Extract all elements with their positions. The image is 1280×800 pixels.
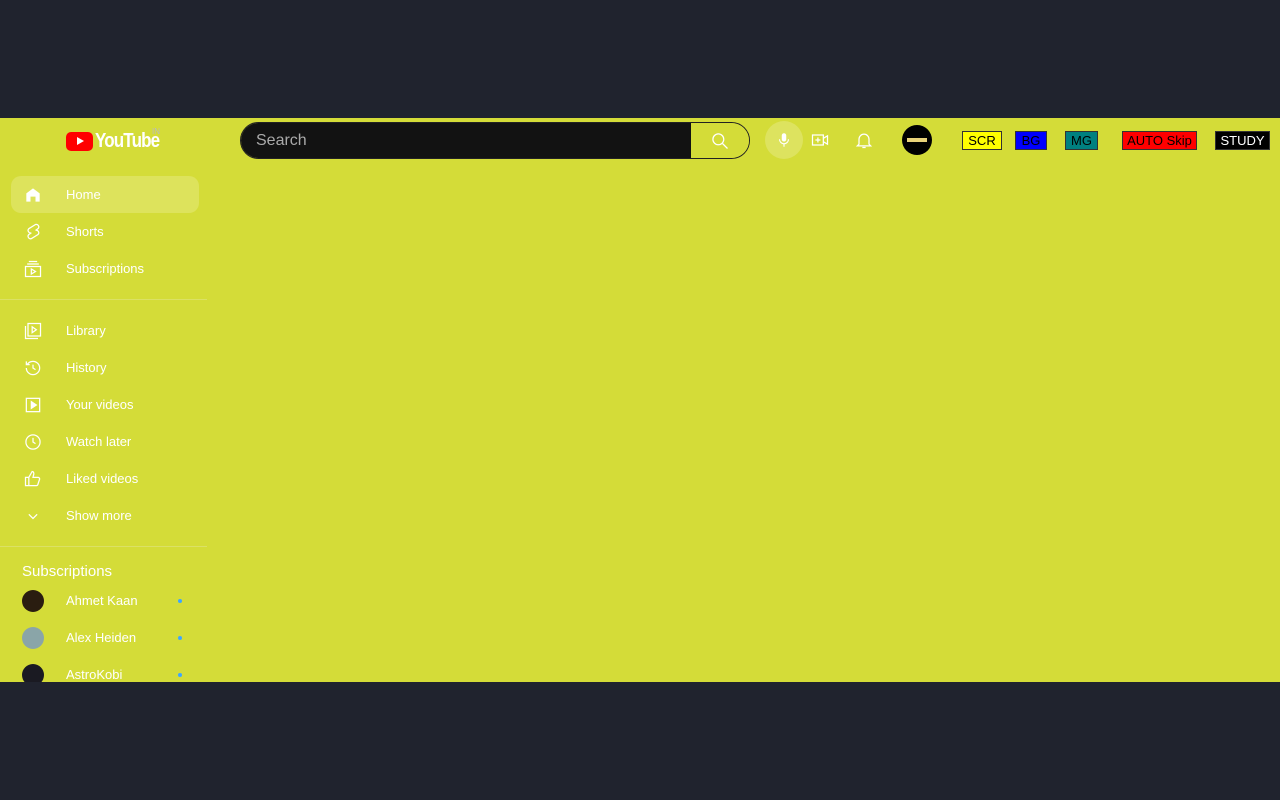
sidebar-item-subscriptions[interactable]: Subscriptions [11,250,199,287]
sidebar-item-history[interactable]: History [11,349,199,386]
divider [0,546,207,547]
sidebar-item-label: History [66,360,107,375]
sidebar-item-your-videos[interactable]: Your videos [11,386,199,423]
sidebar-item-label: Show more [66,508,132,523]
country-code: IN [152,127,160,136]
sidebar-item-label: Home [66,187,101,202]
new-content-dot-icon [178,636,182,640]
sidebar-item-label: Subscriptions [66,261,145,276]
sidebar-item-label: Watch later [66,434,132,449]
shorts-icon [27,223,40,239]
search-input[interactable] [241,123,691,158]
clock-icon [25,433,41,450]
sidebar: Home Shorts Subscriptions Library Histor… [0,176,210,682]
subscription-item[interactable]: AstroKobi [11,656,199,682]
home-icon [26,187,40,202]
extension-bg-button[interactable]: BG [1015,131,1047,150]
account-avatar[interactable] [902,125,932,155]
extension-auto-skip-button[interactable]: AUTO Skip [1122,131,1197,150]
channel-name: Ahmet Kaan [66,593,138,608]
history-icon [25,360,41,375]
youtube-app: YouTube IN SCR BG MG AUTO Skip STUDY Hom… [0,118,1280,682]
channel-avatar [22,589,44,612]
play-square-icon [25,397,41,412]
sidebar-item-label: Liked videos [66,471,139,486]
search-bar [240,122,750,159]
new-content-dot-icon [178,673,182,677]
channel-name: Alex Heiden [66,630,137,645]
extension-scr-button[interactable]: SCR [962,131,1002,150]
channel-avatar [22,663,44,682]
subscription-item[interactable]: Ahmet Kaan [11,582,199,619]
sidebar-item-home[interactable]: Home [11,176,199,213]
bell-icon [855,133,873,149]
chevron-down-icon [28,513,38,519]
sidebar-item-label: Library [66,323,106,338]
logo-text: YouTube [95,130,160,152]
voice-search-button[interactable] [765,121,803,159]
divider [0,299,207,300]
avatar-image [907,138,927,142]
sidebar-item-show-more[interactable]: Show more [11,497,199,534]
video-add-icon [811,134,829,146]
microphone-icon [778,133,790,147]
search-icon [712,132,728,149]
subscription-item[interactable]: Alex Heiden [11,619,199,656]
sidebar-item-label: Shorts [66,224,104,239]
sidebar-item-watch-later[interactable]: Watch later [11,423,199,460]
create-button[interactable] [808,128,832,152]
extension-mg-button[interactable]: MG [1065,131,1098,150]
extension-study-button[interactable]: STUDY [1215,131,1270,150]
channel-avatar [22,626,44,649]
sidebar-item-liked-videos[interactable]: Liked videos [11,460,199,497]
subscriptions-icon [24,260,42,277]
search-button[interactable] [691,123,749,158]
youtube-play-icon [66,132,93,151]
thumbs-up-icon [24,470,41,486]
sidebar-item-shorts[interactable]: Shorts [11,213,199,250]
new-content-dot-icon [178,599,182,603]
library-icon [24,322,42,339]
notifications-button[interactable] [852,128,876,152]
channel-name: AstroKobi [66,667,123,682]
sidebar-item-label: Your videos [66,397,134,412]
subscriptions-heading: Subscriptions [22,563,113,580]
sidebar-item-library[interactable]: Library [11,312,199,349]
